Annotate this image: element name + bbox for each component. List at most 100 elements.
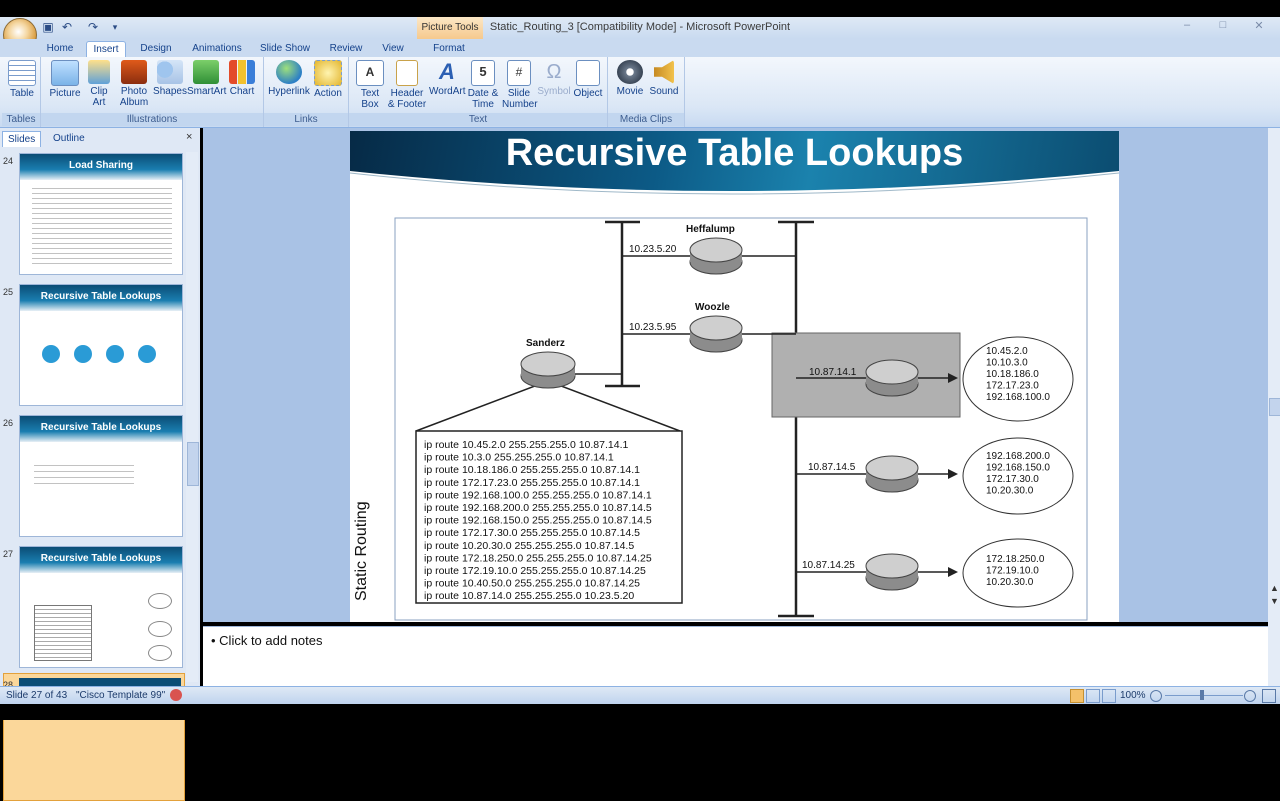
tab-design[interactable]: Design <box>137 41 175 57</box>
group-label-text: Text <box>349 113 607 126</box>
route-line: ip route 10.20.30.0 255.255.255.0 10.87.… <box>424 540 634 552</box>
zoom-out-icon[interactable] <box>1150 690 1162 702</box>
film-reel-icon <box>617 60 643 84</box>
thumbnail-title: Recursive Table Lookups <box>20 285 182 311</box>
date-time-button[interactable]: 5 Date & Time <box>465 60 501 110</box>
tab-animations[interactable]: Animations <box>189 41 245 57</box>
zoom-slider[interactable] <box>1165 695 1243 696</box>
prev-slide-icon[interactable]: ▲ <box>1270 583 1279 593</box>
ribbon-tabs: Home Insert Design Animations Slide Show… <box>0 39 1280 58</box>
minimize-button[interactable]: – <box>1176 19 1198 35</box>
slide-show-icon[interactable] <box>1102 689 1116 703</box>
thumbnail-text-lines <box>34 460 134 484</box>
route-line: ip route 172.18.250.0 255.255.255.0 10.8… <box>424 552 652 564</box>
link-label-r2: 10.87.14.5 <box>808 462 856 473</box>
slide-thumbnail-27[interactable]: Recursive Table Lookups <box>19 546 183 668</box>
zoom-in-icon[interactable] <box>1244 690 1256 702</box>
close-button[interactable]: ✕ <box>1248 19 1270 35</box>
object-icon <box>576 60 600 86</box>
thumbnail-number: 27 <box>3 549 14 559</box>
tab-view[interactable]: View <box>378 41 408 57</box>
tab-format[interactable]: Format <box>428 41 470 57</box>
group-text: A Text Box Header & Footer A WordArt 5 D… <box>349 57 608 127</box>
tab-review[interactable]: Review <box>326 41 366 57</box>
clip-art-button[interactable]: Clip Art <box>85 60 113 108</box>
tab-slide-show[interactable]: Slide Show <box>258 41 312 57</box>
router-woozle-icon <box>689 315 743 353</box>
symbol-button[interactable]: Ω Symbol <box>537 60 571 97</box>
router-sanderz-icon <box>520 351 576 389</box>
route-line: ip route 172.17.23.0 255.255.255.0 10.87… <box>424 477 640 489</box>
panel-scrollbar[interactable] <box>186 152 199 682</box>
link-label-r3: 10.87.14.25 <box>802 560 855 571</box>
side-label: Static Routing <box>353 501 370 601</box>
vertical-scrollbar[interactable]: ▲ ▼ <box>1268 128 1280 686</box>
redo-icon[interactable]: ↷ <box>86 20 100 34</box>
action-button[interactable]: Action <box>312 60 344 99</box>
header-footer-button[interactable]: Header & Footer <box>387 60 427 110</box>
thumbnail-number: 26 <box>3 418 14 428</box>
spelling-check-icon[interactable] <box>170 689 182 701</box>
cloud-network: 172.17.30.0 <box>986 474 1039 485</box>
cloud-network: 192.168.150.0 <box>986 463 1050 474</box>
smartart-button[interactable]: SmartArt <box>187 60 227 97</box>
normal-view-icon[interactable] <box>1070 689 1084 703</box>
cloud-network: 172.19.10.0 <box>986 566 1039 577</box>
speaker-icon <box>654 60 674 84</box>
tab-insert[interactable]: Insert <box>86 41 126 58</box>
hyperlink-button[interactable]: Hyperlink <box>268 60 310 97</box>
thumbnail-title: Load Sharing <box>20 154 182 180</box>
object-label: Object <box>573 88 603 99</box>
scrollbar-thumb[interactable] <box>187 442 199 486</box>
notes-pane[interactable]: • Click to add notes <box>203 626 1268 687</box>
top-letterbox <box>0 0 1280 17</box>
scrollbar-thumb[interactable] <box>1269 398 1280 416</box>
slide-canvas[interactable]: Recursive Table Lookups Static Routing H… <box>350 131 1119 622</box>
network-diagram[interactable]: Heffalump Woozle Sanderz 10.23.5.20 10.2… <box>390 216 1110 622</box>
smartart-icon <box>193 60 219 84</box>
slide-thumbnail-24[interactable]: Load Sharing <box>19 153 183 275</box>
picture-button[interactable]: Picture <box>47 60 83 99</box>
router-icon <box>74 345 92 363</box>
bottom-letterbox <box>0 704 1280 720</box>
router-icon <box>106 345 124 363</box>
tab-slides[interactable]: Slides <box>2 131 42 147</box>
photo-album-button[interactable]: Photo Album <box>115 60 153 108</box>
smartart-label: SmartArt <box>187 86 227 97</box>
slide-title[interactable]: Recursive Table Lookups <box>350 131 1119 175</box>
slide-thumbnail-25[interactable]: Recursive Table Lookups <box>19 284 183 406</box>
undo-icon[interactable]: ↶ <box>60 20 74 34</box>
notes-placeholder[interactable]: • Click to add notes <box>211 633 323 648</box>
slide-thumbnail-28[interactable] <box>19 678 181 686</box>
shapes-button[interactable]: Shapes <box>153 60 187 97</box>
router-r3-icon <box>865 553 919 591</box>
group-label-tables: Tables <box>2 113 40 126</box>
close-icon[interactable]: × <box>186 131 192 143</box>
maximize-button[interactable]: □ <box>1212 19 1234 35</box>
slide-sorter-icon[interactable] <box>1086 689 1100 703</box>
zoom-slider-thumb[interactable] <box>1200 690 1204 700</box>
chart-button[interactable]: Chart <box>227 60 257 97</box>
cloud-network: 172.18.250.0 <box>986 554 1045 565</box>
text-box-button[interactable]: A Text Box <box>353 60 387 110</box>
route-line: ip route 192.168.150.0 255.255.255.0 10.… <box>424 515 652 527</box>
sound-button[interactable]: Sound <box>648 60 680 97</box>
wordart-button[interactable]: A WordArt <box>429 60 466 98</box>
tab-outline[interactable]: Outline <box>48 131 90 146</box>
slide-thumbnail-26[interactable]: Recursive Table Lookups <box>19 415 183 537</box>
zoom-level[interactable]: 100% <box>1120 690 1146 701</box>
photo-album-icon <box>121 60 147 84</box>
header-curve <box>350 171 1119 211</box>
tab-home[interactable]: Home <box>42 41 78 57</box>
save-icon[interactable]: ▣ <box>41 20 55 34</box>
object-button[interactable]: Object <box>571 60 605 99</box>
router-r2-icon <box>865 455 919 493</box>
route-line: ip route 192.168.100.0 255.255.255.0 10.… <box>424 489 652 501</box>
next-slide-icon[interactable]: ▼ <box>1270 596 1279 606</box>
movie-button[interactable]: Movie <box>614 60 646 97</box>
fit-to-window-icon[interactable] <box>1262 689 1276 703</box>
slide-number-button[interactable]: # Slide Number <box>501 60 538 110</box>
chart-icon <box>229 60 255 84</box>
customize-qat-icon[interactable]: ▾ <box>108 20 122 34</box>
table-button[interactable]: Table <box>6 60 38 99</box>
